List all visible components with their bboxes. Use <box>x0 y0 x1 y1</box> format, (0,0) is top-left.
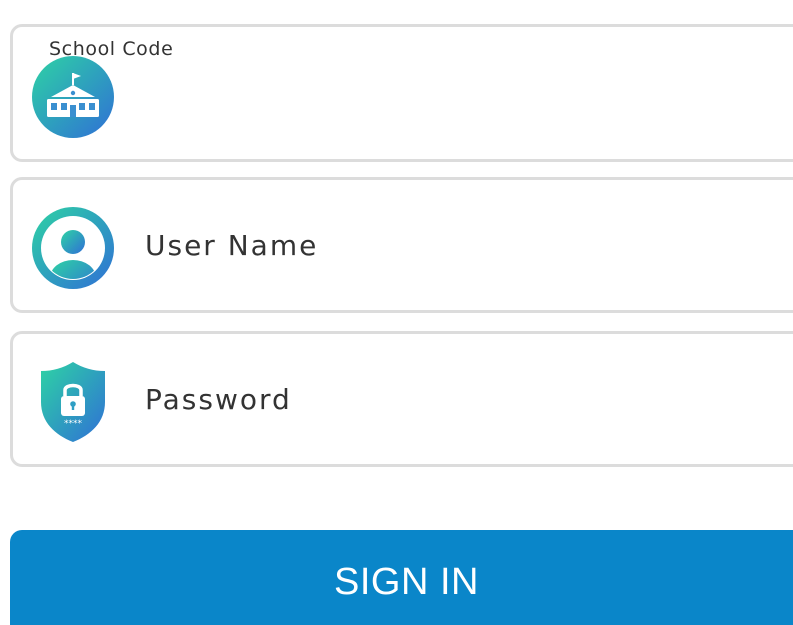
svg-text:****: **** <box>64 419 83 429</box>
login-screen: School Code User Name **** SIGN IN <box>0 0 793 625</box>
user-name-input[interactable] <box>145 224 745 268</box>
user-avatar-icon <box>31 206 115 290</box>
user-name-field[interactable] <box>10 177 793 313</box>
school-code-input[interactable] <box>145 71 745 115</box>
school-code-field[interactable]: School Code <box>10 24 793 162</box>
sign-in-button[interactable]: SIGN IN <box>10 530 793 625</box>
password-field[interactable]: **** <box>10 331 793 467</box>
sign-in-label: SIGN IN <box>334 561 479 603</box>
password-input[interactable] <box>145 378 745 422</box>
lock-shield-icon: **** <box>31 360 115 444</box>
school-building-icon <box>31 55 115 139</box>
